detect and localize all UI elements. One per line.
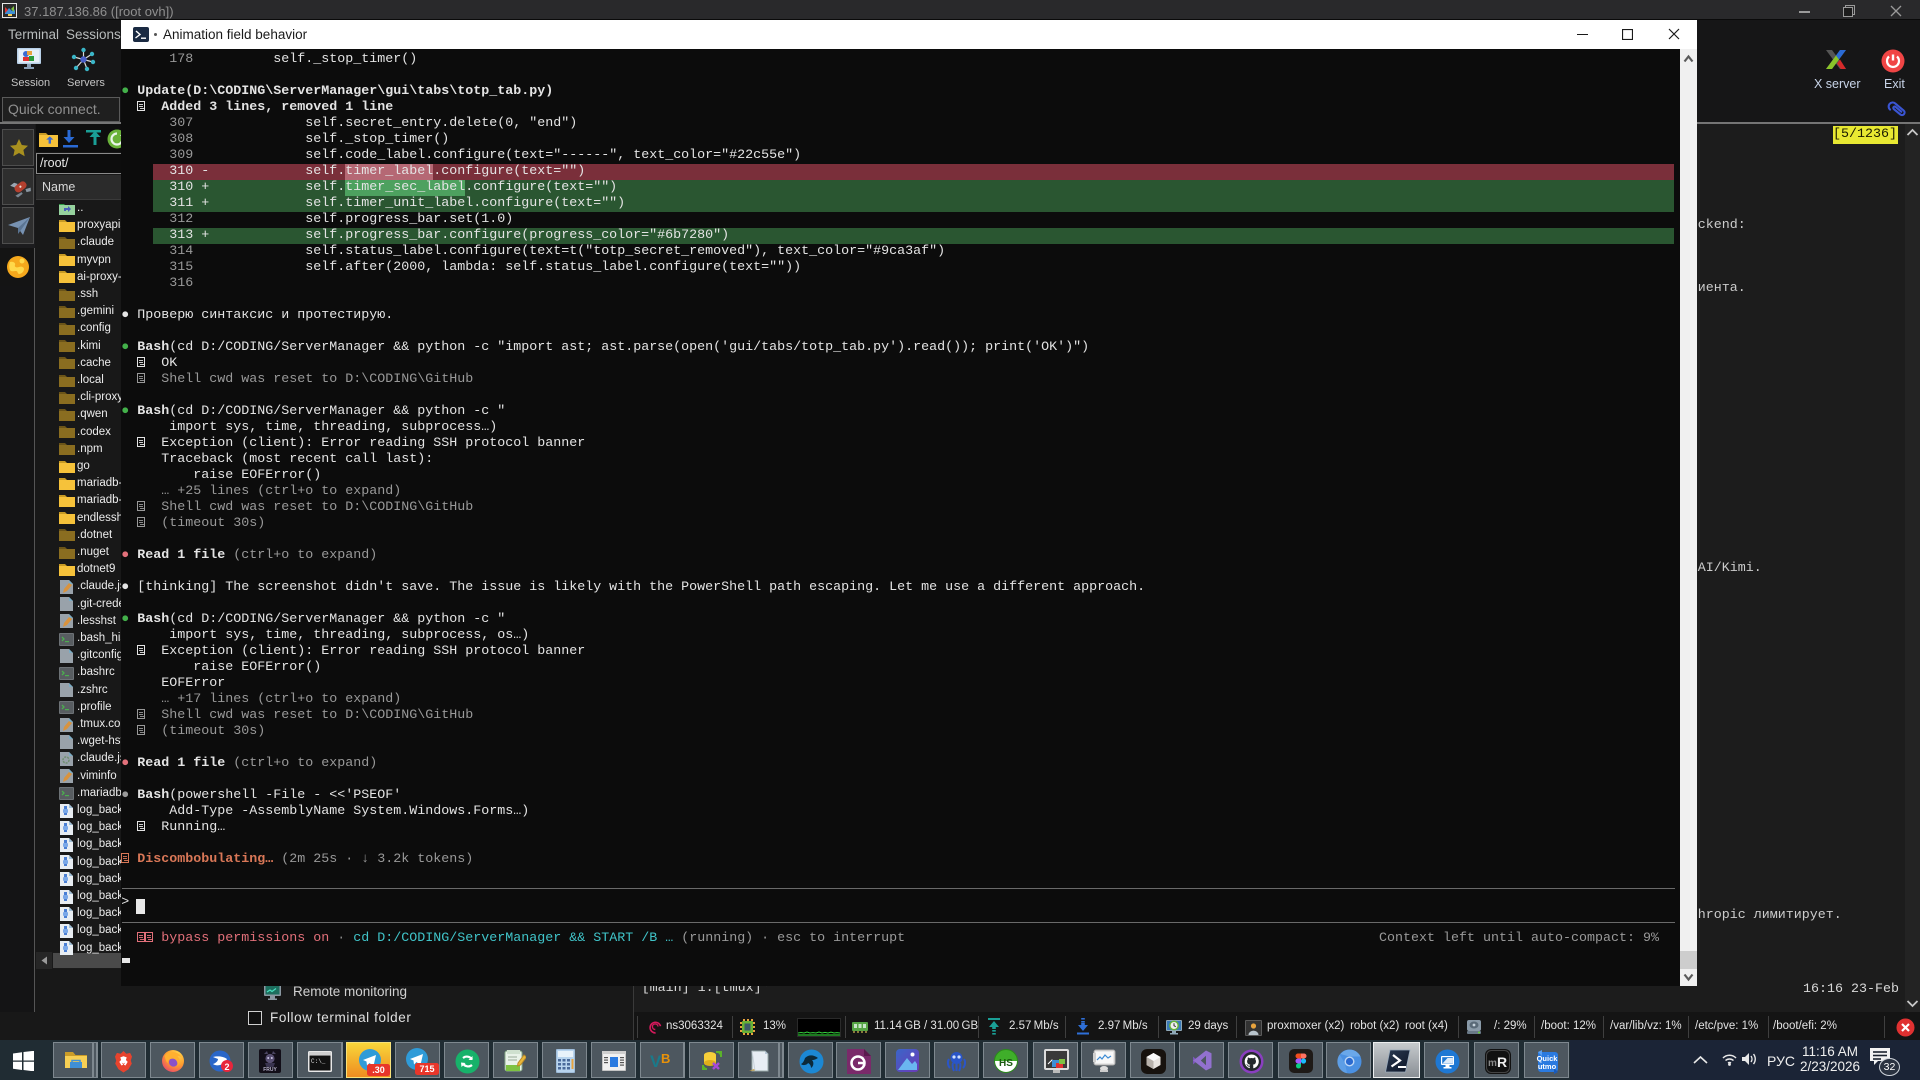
svg-text:HS: HS	[999, 1058, 1013, 1069]
svg-text:utmo: utmo	[1537, 1062, 1556, 1071]
svg-text:R: R	[1497, 1054, 1507, 1070]
svg-text:B: B	[661, 1051, 670, 1066]
svg-text:2: 2	[224, 1062, 229, 1072]
svg-text:FRUY: FRUY	[263, 1067, 277, 1073]
svg-text:C:\_: C:\_	[311, 1058, 326, 1065]
svg-text:m: m	[1488, 1058, 1497, 1069]
